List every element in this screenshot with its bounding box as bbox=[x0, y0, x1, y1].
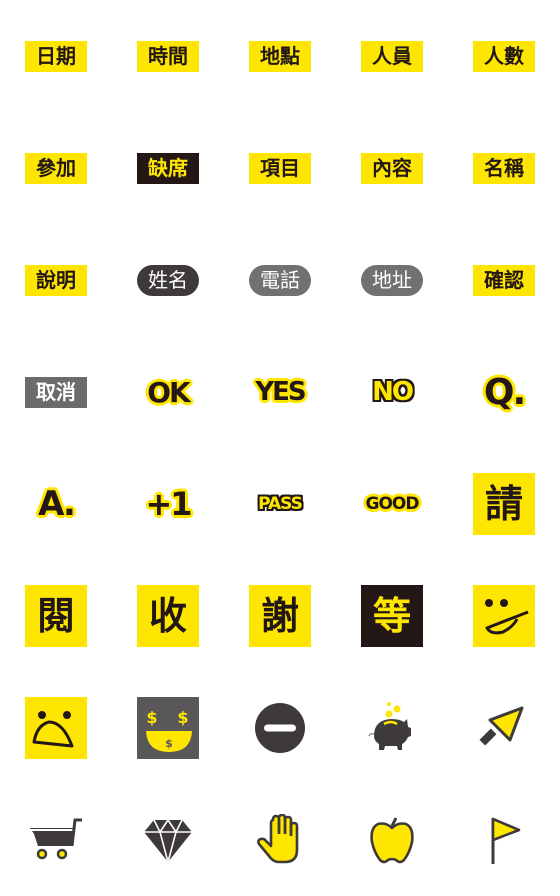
sticker-cancel[interactable]: 取消 bbox=[0, 336, 112, 448]
sticker-label: PASS bbox=[258, 494, 303, 514]
sticker-label: 取消 bbox=[25, 376, 87, 408]
sticker-cursor[interactable] bbox=[448, 672, 560, 784]
sticker-flag[interactable] bbox=[448, 784, 560, 896]
sticker-receive[interactable]: 收 bbox=[112, 560, 224, 672]
sticker-label: 名稱 bbox=[473, 152, 535, 184]
sticker-good[interactable]: GOOD bbox=[336, 448, 448, 560]
sticker-no-entry[interactable] bbox=[224, 672, 336, 784]
flag-icon bbox=[491, 817, 521, 864]
sticker-label: 人數 bbox=[473, 40, 535, 72]
sticker-confirm[interactable]: 確認 bbox=[448, 224, 560, 336]
sticker-thanks[interactable]: 謝 bbox=[224, 560, 336, 672]
diamond-icon bbox=[144, 818, 192, 864]
sticker-yes[interactable]: YES bbox=[224, 336, 336, 448]
sticker-frown-face[interactable] bbox=[0, 672, 112, 784]
sticker-explanation[interactable]: 說明 bbox=[0, 224, 112, 336]
sticker-answer[interactable]: A. bbox=[0, 448, 112, 560]
sticker-pass[interactable]: PASS bbox=[224, 448, 336, 560]
sticker-piggy-bank[interactable] bbox=[336, 672, 448, 784]
sticker-location[interactable]: 地點 bbox=[224, 0, 336, 112]
sticker-raised-hand[interactable] bbox=[224, 784, 336, 896]
no-entry-icon bbox=[255, 703, 305, 753]
sticker-item[interactable]: 項目 bbox=[224, 112, 336, 224]
sticker-shopping-cart[interactable] bbox=[0, 784, 112, 896]
sticker-label: +1 bbox=[145, 485, 192, 523]
money-eyes-face-icon: $ $ $ bbox=[137, 697, 199, 759]
sticker-label: Q. bbox=[483, 371, 526, 413]
sticker-label: 等 bbox=[361, 585, 423, 647]
sticker-label: 地址 bbox=[361, 264, 423, 296]
sticker-headcount[interactable]: 人數 bbox=[448, 0, 560, 112]
sticker-label: NO bbox=[372, 377, 414, 407]
sticker-label: 缺席 bbox=[137, 152, 199, 184]
sticker-label: A. bbox=[38, 484, 76, 524]
sticker-phone[interactable]: 電話 bbox=[224, 224, 336, 336]
shopping-cart-icon bbox=[30, 818, 82, 860]
sticker-tongue-smiley[interactable] bbox=[448, 560, 560, 672]
svg-text:$: $ bbox=[146, 708, 157, 727]
sticker-label: 時間 bbox=[137, 40, 199, 72]
sticker-content[interactable]: 內容 bbox=[336, 112, 448, 224]
sticker-label: 姓名 bbox=[137, 264, 199, 296]
piggy-bank-icon bbox=[368, 702, 411, 750]
sticker-label: 參加 bbox=[25, 152, 87, 184]
sticker-label: 內容 bbox=[361, 152, 423, 184]
sticker-label: 人員 bbox=[361, 40, 423, 72]
sticker-plus-one[interactable]: +1 bbox=[112, 448, 224, 560]
sticker-address[interactable]: 地址 bbox=[336, 224, 448, 336]
sticker-no[interactable]: NO bbox=[336, 336, 448, 448]
sticker-label: GOOD bbox=[365, 494, 420, 514]
sticker-read[interactable]: 閱 bbox=[0, 560, 112, 672]
svg-text:$: $ bbox=[177, 708, 188, 727]
sticker-absent[interactable]: 缺席 bbox=[112, 112, 224, 224]
sticker-label: OK bbox=[147, 375, 190, 409]
sticker-label: 日期 bbox=[25, 40, 87, 72]
tongue-smiley-icon bbox=[473, 585, 535, 647]
sticker-full-name[interactable]: 姓名 bbox=[112, 224, 224, 336]
sticker-grid: 日期 時間 地點 人員 人數 參加 缺席 項目 內容 名稱 說明 姓名 電話 地… bbox=[0, 0, 560, 896]
apple-icon bbox=[370, 817, 414, 864]
sticker-wait[interactable]: 等 bbox=[336, 560, 448, 672]
sticker-attend[interactable]: 參加 bbox=[0, 112, 112, 224]
sticker-label: 請 bbox=[473, 473, 535, 535]
sticker-label: 閱 bbox=[25, 585, 87, 647]
sticker-ok[interactable]: OK bbox=[112, 336, 224, 448]
sticker-date[interactable]: 日期 bbox=[0, 0, 112, 112]
sticker-question[interactable]: Q. bbox=[448, 336, 560, 448]
sticker-label: 說明 bbox=[25, 264, 87, 296]
sticker-please[interactable]: 請 bbox=[448, 448, 560, 560]
sticker-members[interactable]: 人員 bbox=[336, 0, 448, 112]
sticker-time[interactable]: 時間 bbox=[112, 0, 224, 112]
svg-text:$: $ bbox=[165, 737, 173, 750]
cursor-arrow-icon bbox=[479, 706, 524, 746]
sticker-label: 收 bbox=[137, 585, 199, 647]
sticker-label: 確認 bbox=[473, 264, 535, 296]
sticker-label: YES bbox=[255, 377, 306, 407]
raised-hand-icon bbox=[257, 814, 299, 864]
sticker-money-eyes[interactable]: $ $ $ bbox=[112, 672, 224, 784]
frown-face-icon bbox=[25, 697, 87, 759]
sticker-label: 謝 bbox=[249, 585, 311, 647]
sticker-apple[interactable] bbox=[336, 784, 448, 896]
sticker-name-title[interactable]: 名稱 bbox=[448, 112, 560, 224]
sticker-label: 地點 bbox=[249, 40, 311, 72]
sticker-diamond[interactable] bbox=[112, 784, 224, 896]
sticker-label: 項目 bbox=[249, 152, 311, 184]
sticker-label: 電話 bbox=[249, 264, 311, 296]
